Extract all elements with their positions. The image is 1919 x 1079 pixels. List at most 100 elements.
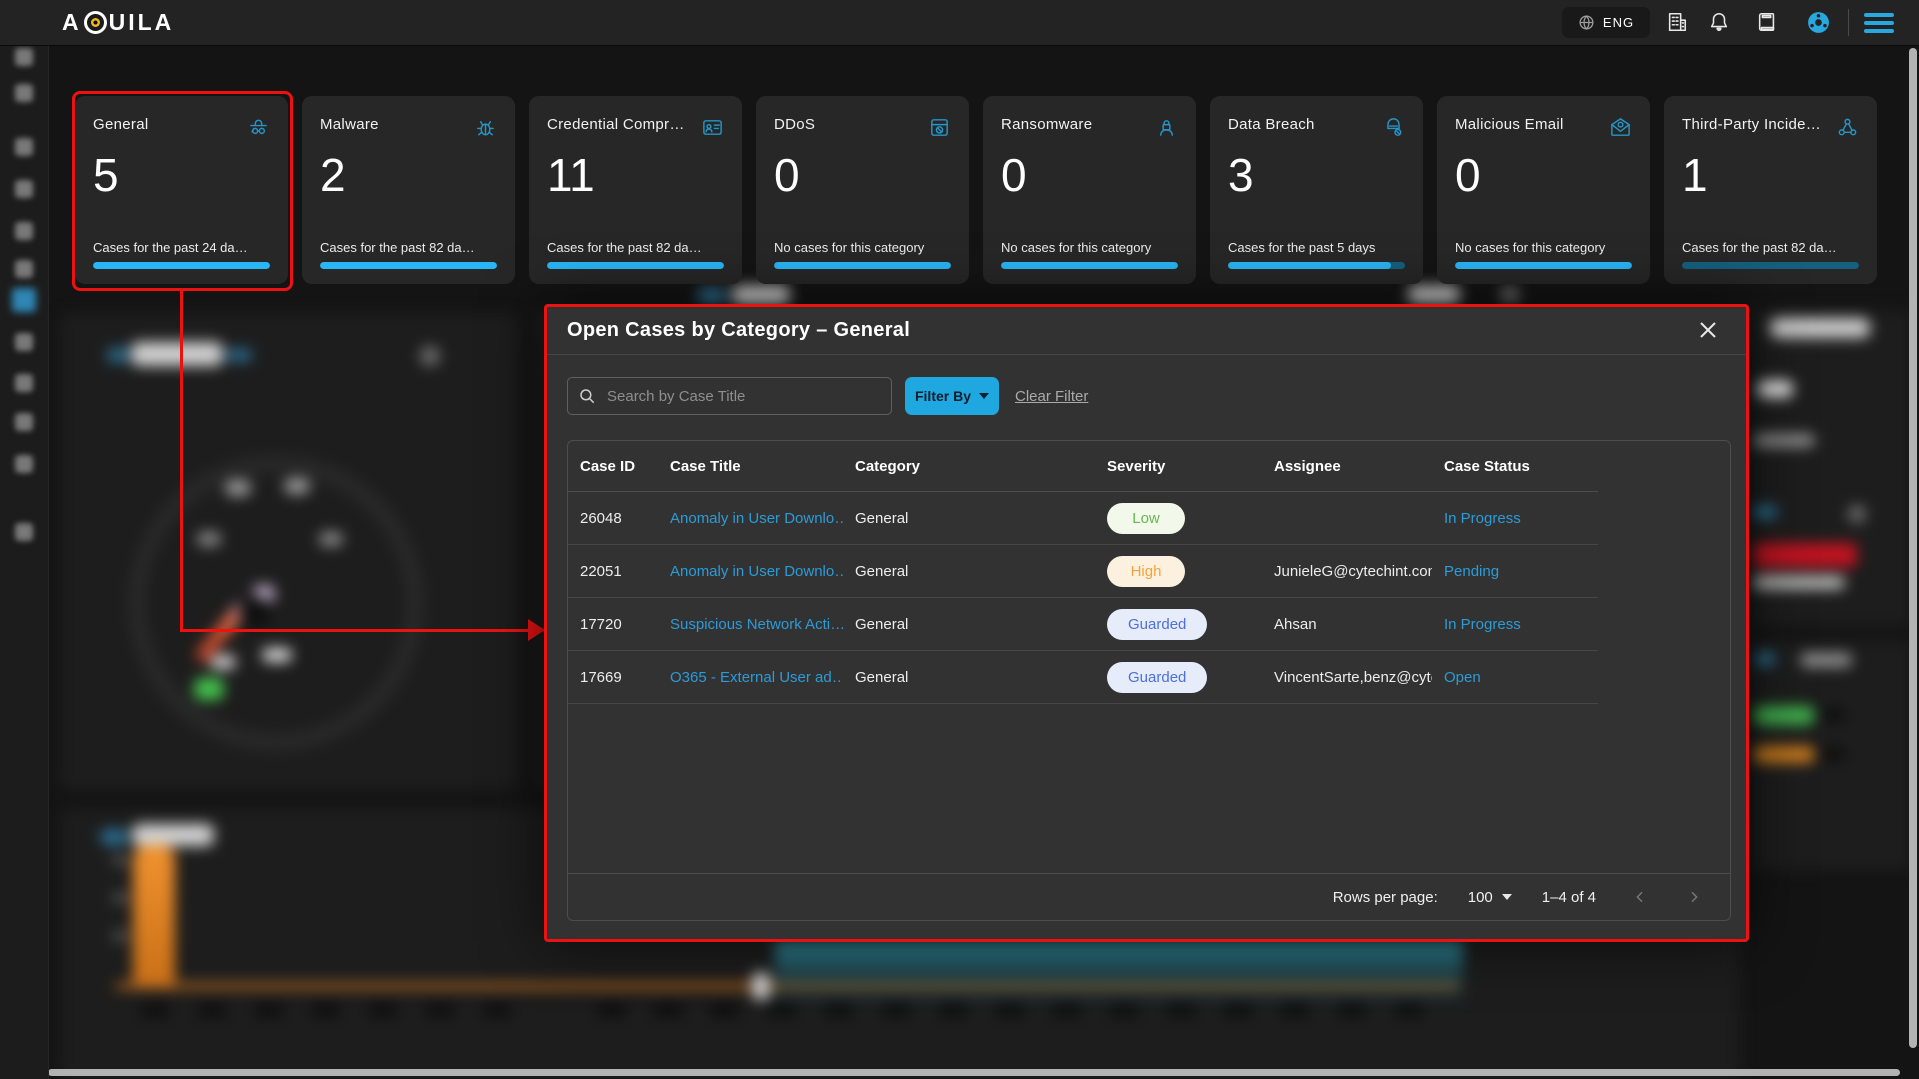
- case-title-link[interactable]: Anomaly in User Downlo…: [658, 563, 843, 580]
- x-tick: [311, 1003, 341, 1018]
- category-card-data-breach[interactable]: Data Breach 3 Cases for the past 5 days: [1210, 96, 1423, 284]
- x-tick: [710, 1003, 740, 1018]
- sidebar-item[interactable]: [15, 222, 33, 240]
- green-pill: [1753, 706, 1815, 725]
- card-subtitle: No cases for this category: [1455, 240, 1605, 255]
- category-card-malicious-email[interactable]: Malicious Email 0 No cases for this cate…: [1437, 96, 1650, 284]
- category-cards-row: General 5 Cases for the past 24 da… Malw…: [75, 96, 1877, 284]
- close-icon[interactable]: [1696, 318, 1720, 342]
- case-status-link[interactable]: Pending: [1432, 563, 1598, 580]
- orange-pill: [1753, 746, 1815, 763]
- case-category: General: [843, 510, 1095, 527]
- table-row: 26048 Anomaly in User Downlo… General Lo…: [568, 492, 1598, 545]
- filter-by-button[interactable]: Filter By: [905, 377, 999, 415]
- clear-filter-link[interactable]: Clear Filter: [1015, 388, 1088, 405]
- menu-icon[interactable]: [1864, 13, 1894, 33]
- bug-icon: [474, 116, 497, 144]
- modal-title: Open Cases by Category – General: [567, 319, 910, 342]
- vertical-scrollbar[interactable]: [1909, 48, 1917, 1048]
- support-ring-icon[interactable]: [1806, 10, 1830, 34]
- sidebar-item[interactable]: [15, 455, 33, 473]
- search-icon: [578, 387, 596, 405]
- card-progress: [1228, 262, 1405, 269]
- decor-blob: [107, 348, 129, 362]
- x-tick: [254, 1003, 284, 1018]
- language-label: ENG: [1603, 15, 1634, 30]
- decor-blob: [1800, 653, 1852, 667]
- case-category: General: [843, 563, 1095, 580]
- gauge-tick: [284, 478, 310, 494]
- sidebar-item[interactable]: [15, 333, 33, 351]
- search-input[interactable]: [605, 387, 881, 406]
- gauge-tick: [319, 532, 343, 546]
- rows-per-page-select[interactable]: 100: [1468, 889, 1512, 906]
- card-progress: [1682, 262, 1859, 269]
- teal-area-chart: [775, 940, 1463, 1008]
- annotation-highlight-rect: [72, 91, 293, 291]
- category-card-third-party[interactable]: Third-Party Incide… 1 Cases for the past…: [1664, 96, 1877, 284]
- axis-tick: [112, 893, 128, 903]
- column-header: Category: [843, 458, 1095, 475]
- annotation-arrow-horizontal: [180, 629, 530, 632]
- category-card-ransomware[interactable]: Ransomware 0 No cases for this category: [983, 96, 1196, 284]
- search-box[interactable]: [567, 377, 892, 415]
- case-status-link[interactable]: In Progress: [1432, 616, 1598, 633]
- severity-badge: High: [1107, 556, 1185, 587]
- sidebar-item[interactable]: [15, 523, 33, 541]
- decor-blob: [1753, 505, 1777, 519]
- sidebar-item[interactable]: [15, 180, 33, 198]
- brand-logo[interactable]: AUILA: [62, 0, 174, 45]
- sidebar-item[interactable]: [15, 138, 33, 156]
- card-count: 2: [320, 152, 497, 198]
- cases-table: Case ID Case Title Category Severity Ass…: [567, 440, 1731, 921]
- book-icon[interactable]: [1756, 11, 1780, 35]
- card-progress: [774, 262, 951, 269]
- organization-icon[interactable]: [1666, 11, 1690, 35]
- horizontal-scrollbar[interactable]: [48, 1069, 1900, 1076]
- sidebar-item-active[interactable]: [12, 288, 36, 312]
- case-title-link[interactable]: Anomaly in User Downlo…: [658, 510, 843, 527]
- bell-icon[interactable]: [1708, 11, 1732, 35]
- sidebar-item[interactable]: [15, 84, 33, 102]
- case-title-link[interactable]: Suspicious Network Acti…: [658, 616, 843, 633]
- case-title-link[interactable]: O365 - External User ad…: [658, 669, 843, 686]
- category-card-ddos[interactable]: DDoS 0 No cases for this category: [756, 96, 969, 284]
- case-category: General: [843, 669, 1095, 686]
- gauge-hub: [239, 596, 271, 628]
- x-tick: [653, 1003, 683, 1018]
- decor-blob: [1820, 747, 1846, 761]
- card-count: 0: [1001, 152, 1178, 198]
- case-id: 17669: [568, 669, 658, 686]
- card-subtitle: No cases for this category: [774, 240, 924, 255]
- case-id: 26048: [568, 510, 658, 527]
- category-card-credential[interactable]: Credential Compr… 11 Cases for the past …: [529, 96, 742, 284]
- card-subtitle: Cases for the past 82 da…: [547, 240, 702, 255]
- table-header-row: Case ID Case Title Category Severity Ass…: [568, 441, 1598, 492]
- sidebar-item[interactable]: [15, 48, 33, 66]
- modal-header: Open Cases by Category – General: [547, 307, 1746, 355]
- category-card-malware[interactable]: Malware 2 Cases for the past 82 da…: [302, 96, 515, 284]
- brand-q-eye-icon: [84, 11, 107, 34]
- card-subtitle: No cases for this category: [1001, 240, 1151, 255]
- navbar-divider: [1848, 9, 1849, 36]
- decor-blob: [1500, 286, 1520, 304]
- sidebar-item[interactable]: [15, 260, 33, 278]
- sidebar-item[interactable]: [15, 413, 33, 431]
- sidebar-item[interactable]: [15, 374, 33, 392]
- language-selector[interactable]: ENG: [1562, 7, 1650, 38]
- severity-badge: Guarded: [1107, 662, 1207, 693]
- column-header: Case Title: [658, 458, 843, 475]
- case-assignee: JunieleG@cytechint.com,…: [1262, 563, 1432, 580]
- axis-tick: [112, 931, 128, 941]
- rows-per-page-label: Rows per page:: [1333, 889, 1438, 906]
- table-row: 17669 O365 - External User ad… General G…: [568, 651, 1598, 704]
- card-title: Third-Party Incide…: [1682, 116, 1821, 133]
- gauge-green-badge: [194, 678, 224, 700]
- case-status-link[interactable]: In Progress: [1432, 510, 1598, 527]
- decor-blob: [1753, 434, 1815, 447]
- case-status-link[interactable]: Open: [1432, 669, 1598, 686]
- red-bar: [1753, 543, 1857, 567]
- next-page-icon[interactable]: [1686, 889, 1702, 905]
- previous-page-icon[interactable]: [1632, 889, 1648, 905]
- pagination-range: 1–4 of 4: [1542, 889, 1596, 906]
